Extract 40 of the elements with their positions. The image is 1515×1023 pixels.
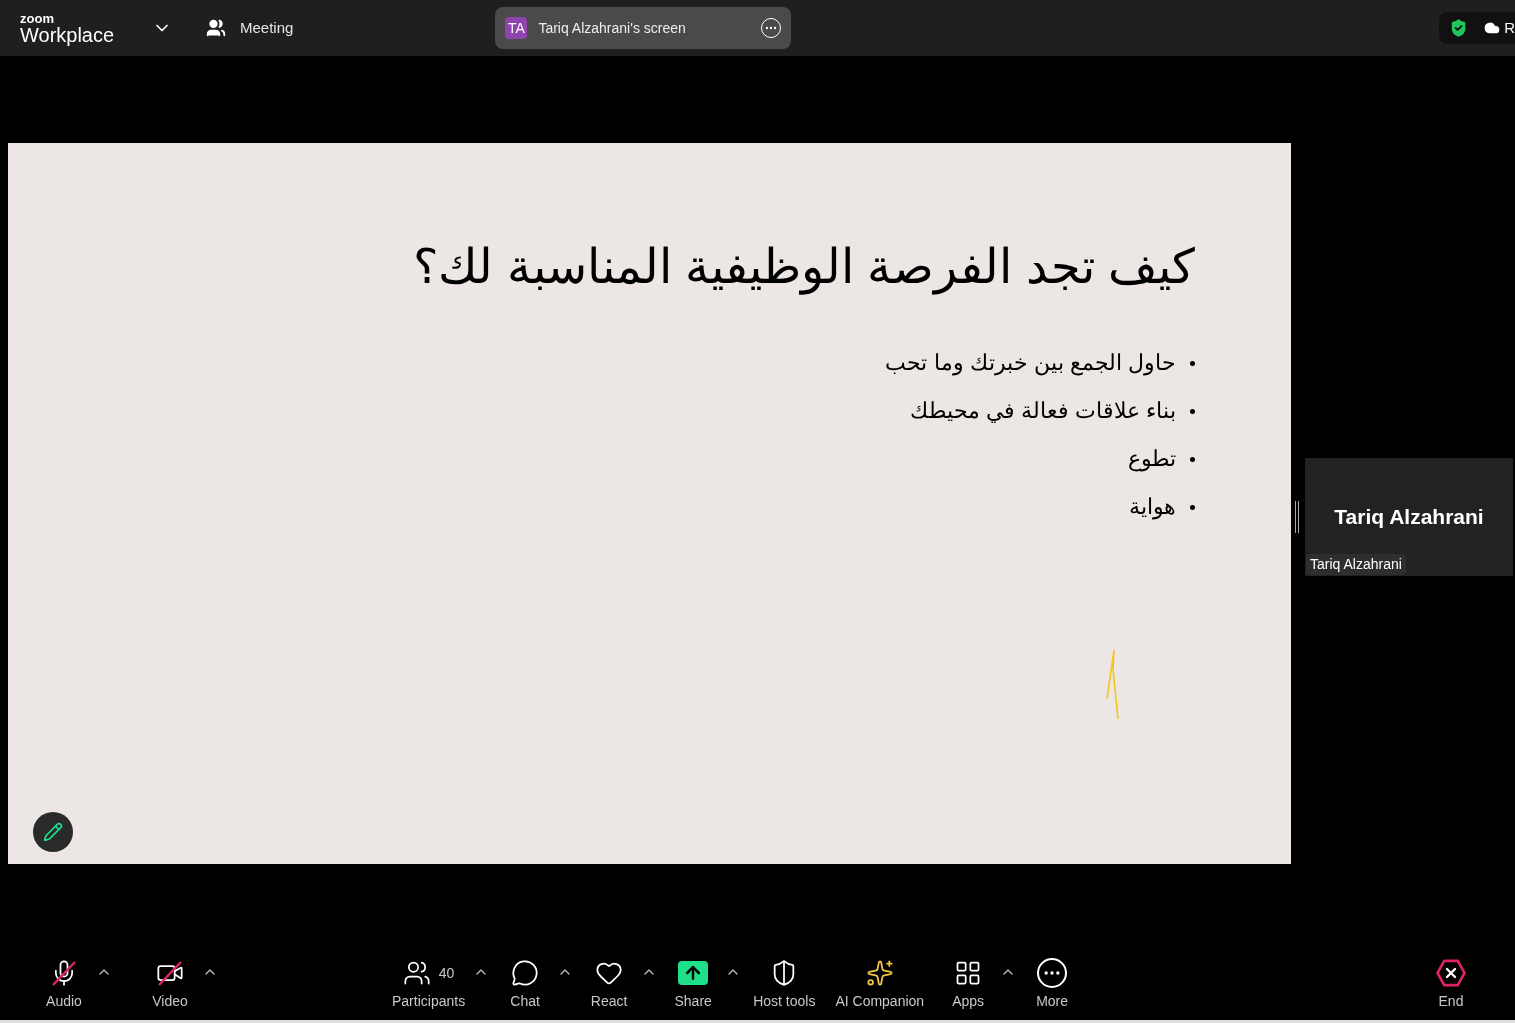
toolbar-button[interactable]: Host tools (745, 958, 824, 1012)
avatar-initials: TA (505, 17, 528, 39)
participant-count: 40 (438, 963, 455, 983)
participant-name: Tariq Alzahrani (1334, 504, 1484, 531)
sparkle-icon (865, 959, 894, 987)
annotate-button[interactable] (33, 812, 73, 852)
bullet-text: بناء علاقات فعالة في محيطك (909, 397, 1176, 425)
share-title: Tariq Alzahrani's screen (538, 18, 686, 38)
toolbar-button[interactable]: Apps (936, 958, 1001, 1012)
bullet-icon (1190, 408, 1195, 414)
toolbar-button[interactable]: Video (138, 958, 202, 1012)
chat-icon (511, 959, 540, 987)
bullet-icon (1190, 360, 1195, 366)
toolbar-button[interactable]: End (1419, 958, 1483, 1012)
screen-share-pill[interactable]: TA Tariq Alzahrani's screen (495, 7, 792, 49)
bullet-icon (1190, 504, 1195, 510)
brand-logo: Workplace (20, 24, 116, 45)
toolbar-button[interactable]: Chat (493, 958, 558, 1012)
bullet-text: حاول الجمع بين خبرتك وما تحب (885, 349, 1176, 378)
share-icon (678, 961, 709, 985)
cloud-record-icon (1484, 20, 1501, 36)
toolbar-button[interactable]: 40 Participants (384, 958, 474, 1012)
bullet-text: تطوع (1128, 445, 1176, 474)
people-icon (402, 959, 431, 987)
meeting-label[interactable]: Meeting (240, 16, 294, 40)
toolbar-button[interactable]: More (1020, 958, 1085, 1012)
status-text: R (1504, 17, 1515, 38)
toolbar-button[interactable]: Share (661, 958, 726, 1012)
toolbar-button[interactable]: AI Companion (827, 958, 933, 1012)
annotation-drawing (1106, 649, 1120, 721)
toolbar-button[interactable]: Audio (32, 958, 96, 1012)
people-icon (206, 18, 226, 38)
pencil-icon (43, 822, 63, 842)
more-icon (1037, 958, 1068, 988)
brand-logo-small: zoom (20, 11, 55, 25)
name-tag: Tariq Alzahrani (1306, 554, 1406, 575)
toolbar-button[interactable]: React (577, 958, 642, 1012)
bullet-text: هواية (1129, 493, 1176, 522)
resize-handle[interactable] (1295, 501, 1299, 533)
bullet-icon (1190, 456, 1195, 462)
